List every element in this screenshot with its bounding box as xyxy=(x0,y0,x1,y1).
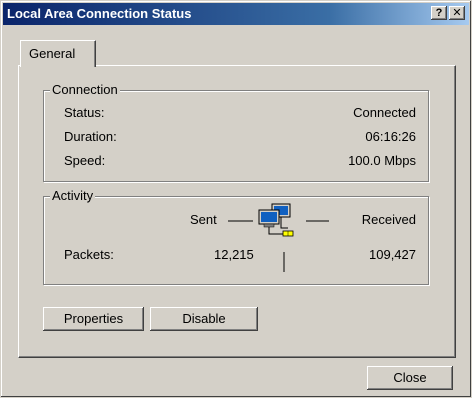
activity-group: Activity Sent Received Packets: 12,215 1… xyxy=(43,188,429,285)
speed-label: Speed: xyxy=(64,153,106,168)
tab-general-label: General xyxy=(29,46,76,61)
duration-value: 06:16:26 xyxy=(365,129,416,144)
disable-button[interactable]: Disable xyxy=(150,307,258,331)
window-title: Local Area Connection Status xyxy=(7,6,192,21)
packets-sent-value: 12,215 xyxy=(214,247,254,262)
speed-row: Speed: 100.0 Mbps xyxy=(64,153,416,171)
received-label: Received xyxy=(361,212,416,227)
status-label: Status: xyxy=(64,105,105,120)
packets-received-value: 109,427 xyxy=(369,247,416,262)
tab-panel-general: Connection Status: Connected Duration: 0… xyxy=(18,65,456,358)
connection-group: Connection Status: Connected Duration: 0… xyxy=(43,82,429,182)
connection-legend: Connection xyxy=(50,82,120,97)
properties-button[interactable]: Properties xyxy=(43,307,144,331)
title-bar[interactable]: Local Area Connection Status ? ✕ xyxy=(3,3,469,25)
status-dialog: Local Area Connection Status ? ✕ General… xyxy=(0,0,472,398)
sent-label: Sent xyxy=(190,212,217,227)
help-button[interactable]: ? xyxy=(431,6,447,20)
tab-general[interactable]: General xyxy=(20,40,96,67)
duration-row: Duration: 06:16:26 xyxy=(64,129,416,147)
close-button[interactable]: Close xyxy=(367,366,453,390)
title-close-button[interactable]: ✕ xyxy=(449,6,465,20)
status-value: Connected xyxy=(353,105,416,120)
status-row: Status: Connected xyxy=(64,105,416,123)
activity-legend: Activity xyxy=(50,188,96,203)
packets-label: Packets: xyxy=(64,247,114,262)
network-activity-icon xyxy=(228,203,329,272)
speed-value: 100.0 Mbps xyxy=(348,153,416,168)
duration-label: Duration: xyxy=(64,129,117,144)
